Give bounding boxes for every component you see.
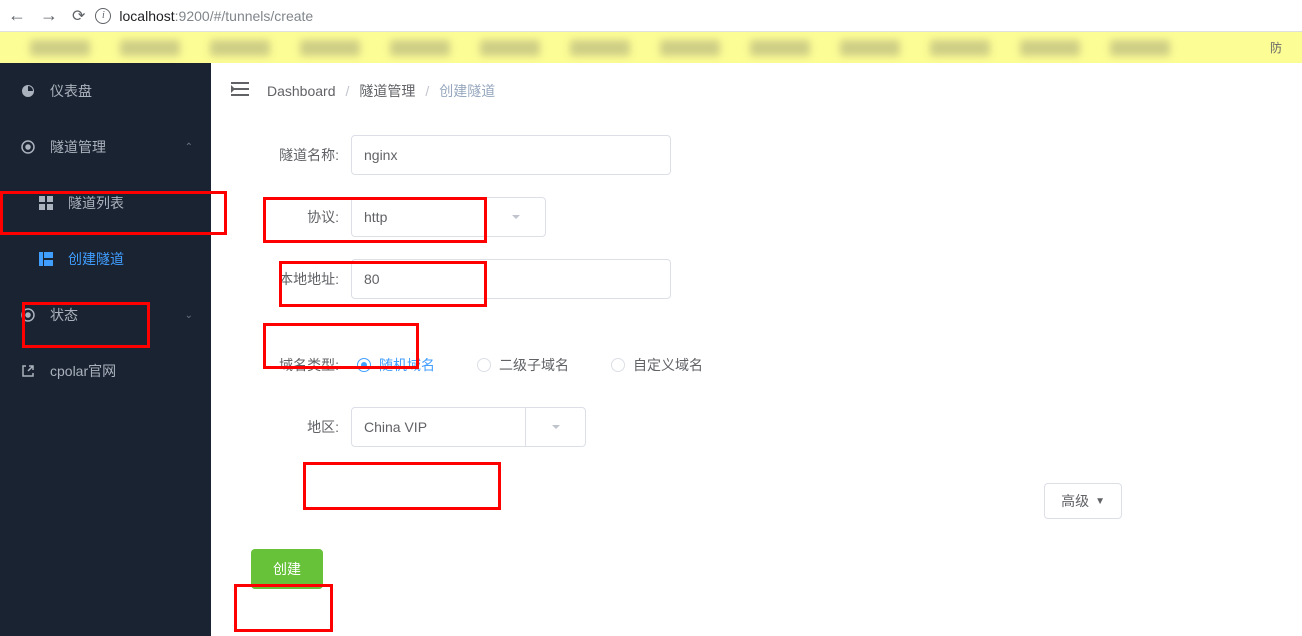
dashboard-icon [20,83,36,99]
tunnel-name-label: 隧道名称: [251,145,351,165]
breadcrumb-sep: / [425,83,429,99]
domain-type-label: 域名类型: [251,355,351,375]
url-host: localhost [119,8,174,24]
radio-random-domain[interactable]: 随机域名 [357,355,435,375]
browser-toolbar: ← → ⟳ i localhost:9200/#/tunnels/create [0,0,1302,32]
bookmark-item[interactable]: 防 [1270,39,1282,56]
radio-sub-domain[interactable]: 二级子域名 [477,355,569,375]
list-icon [38,196,54,210]
sidebar-item-cpolar-site[interactable]: cpolar官网 [0,343,211,399]
sidebar-label: 仪表盘 [50,81,92,101]
external-link-icon [20,364,36,378]
sidebar-label: 隧道管理 [50,137,106,157]
advanced-label: 高级 [1061,491,1089,511]
url-bar[interactable]: localhost:9200/#/tunnels/create [119,8,313,24]
radio-icon [357,358,371,372]
sidebar-item-dashboard[interactable]: 仪表盘 [0,63,211,119]
radio-custom-domain[interactable]: 自定义域名 [611,355,703,375]
select-dropdown-button[interactable] [526,407,586,447]
sidebar-label: cpolar官网 [50,361,116,381]
radio-icon [611,358,625,372]
select-dropdown-button[interactable] [486,197,546,237]
sidebar-item-tunnel-list[interactable]: 隧道列表 [0,175,211,231]
region-label: 地区: [251,417,351,437]
site-info-icon[interactable]: i [95,8,111,24]
sidebar-item-tunnel-create[interactable]: 创建隧道 [0,231,211,287]
sidebar-item-tunnel-mgmt[interactable]: 隧道管理 ⌃ [0,119,211,175]
toggle-sidebar-button[interactable] [231,81,249,102]
create-button[interactable]: 创建 [251,549,323,589]
chevron-down-icon [510,211,522,223]
reload-button[interactable]: ⟳ [72,6,85,26]
radio-label: 自定义域名 [633,355,703,375]
local-addr-input[interactable] [351,259,671,299]
create-icon [38,252,54,266]
sidebar-item-status[interactable]: 状态 ⌄ [0,287,211,343]
chevron-down-icon [550,421,562,433]
sidebar-label: 状态 [50,305,78,325]
url-path: :9200/#/tunnels/create [175,8,314,24]
chevron-up-icon: ⌃ [185,142,193,153]
back-button[interactable]: ← [8,5,26,26]
radio-label: 二级子域名 [499,355,569,375]
advanced-button[interactable]: 高级 ▼ [1044,483,1122,519]
local-addr-label: 本地地址: [251,269,351,289]
breadcrumb-current: 创建隧道 [439,81,495,101]
protocol-select[interactable]: http [351,197,486,237]
sidebar-label: 创建隧道 [68,249,124,269]
radio-label: 随机域名 [379,355,435,375]
breadcrumb: Dashboard / 隧道管理 / 创建隧道 [267,81,495,101]
bookmark-bar: 防 [0,32,1302,63]
tunnel-icon [20,139,36,155]
breadcrumb-sep: / [346,83,350,99]
tunnel-name-input[interactable] [351,135,671,175]
caret-down-icon: ▼ [1095,496,1105,507]
radio-icon [477,358,491,372]
status-icon [20,307,36,323]
breadcrumb-dashboard[interactable]: Dashboard [267,83,336,99]
breadcrumb-tunnel-mgmt[interactable]: 隧道管理 [359,81,415,101]
region-select[interactable]: China VIP [351,407,526,447]
sidebar: 仪表盘 隧道管理 ⌃ 隧道列表 创建隧道 状态 ⌄ [0,63,211,636]
protocol-label: 协议: [251,207,351,227]
forward-button[interactable]: → [40,5,58,26]
chevron-down-icon: ⌄ [185,310,193,321]
sidebar-label: 隧道列表 [68,193,124,213]
main-content: Dashboard / 隧道管理 / 创建隧道 隧道名称: 协议: http [211,63,1302,636]
